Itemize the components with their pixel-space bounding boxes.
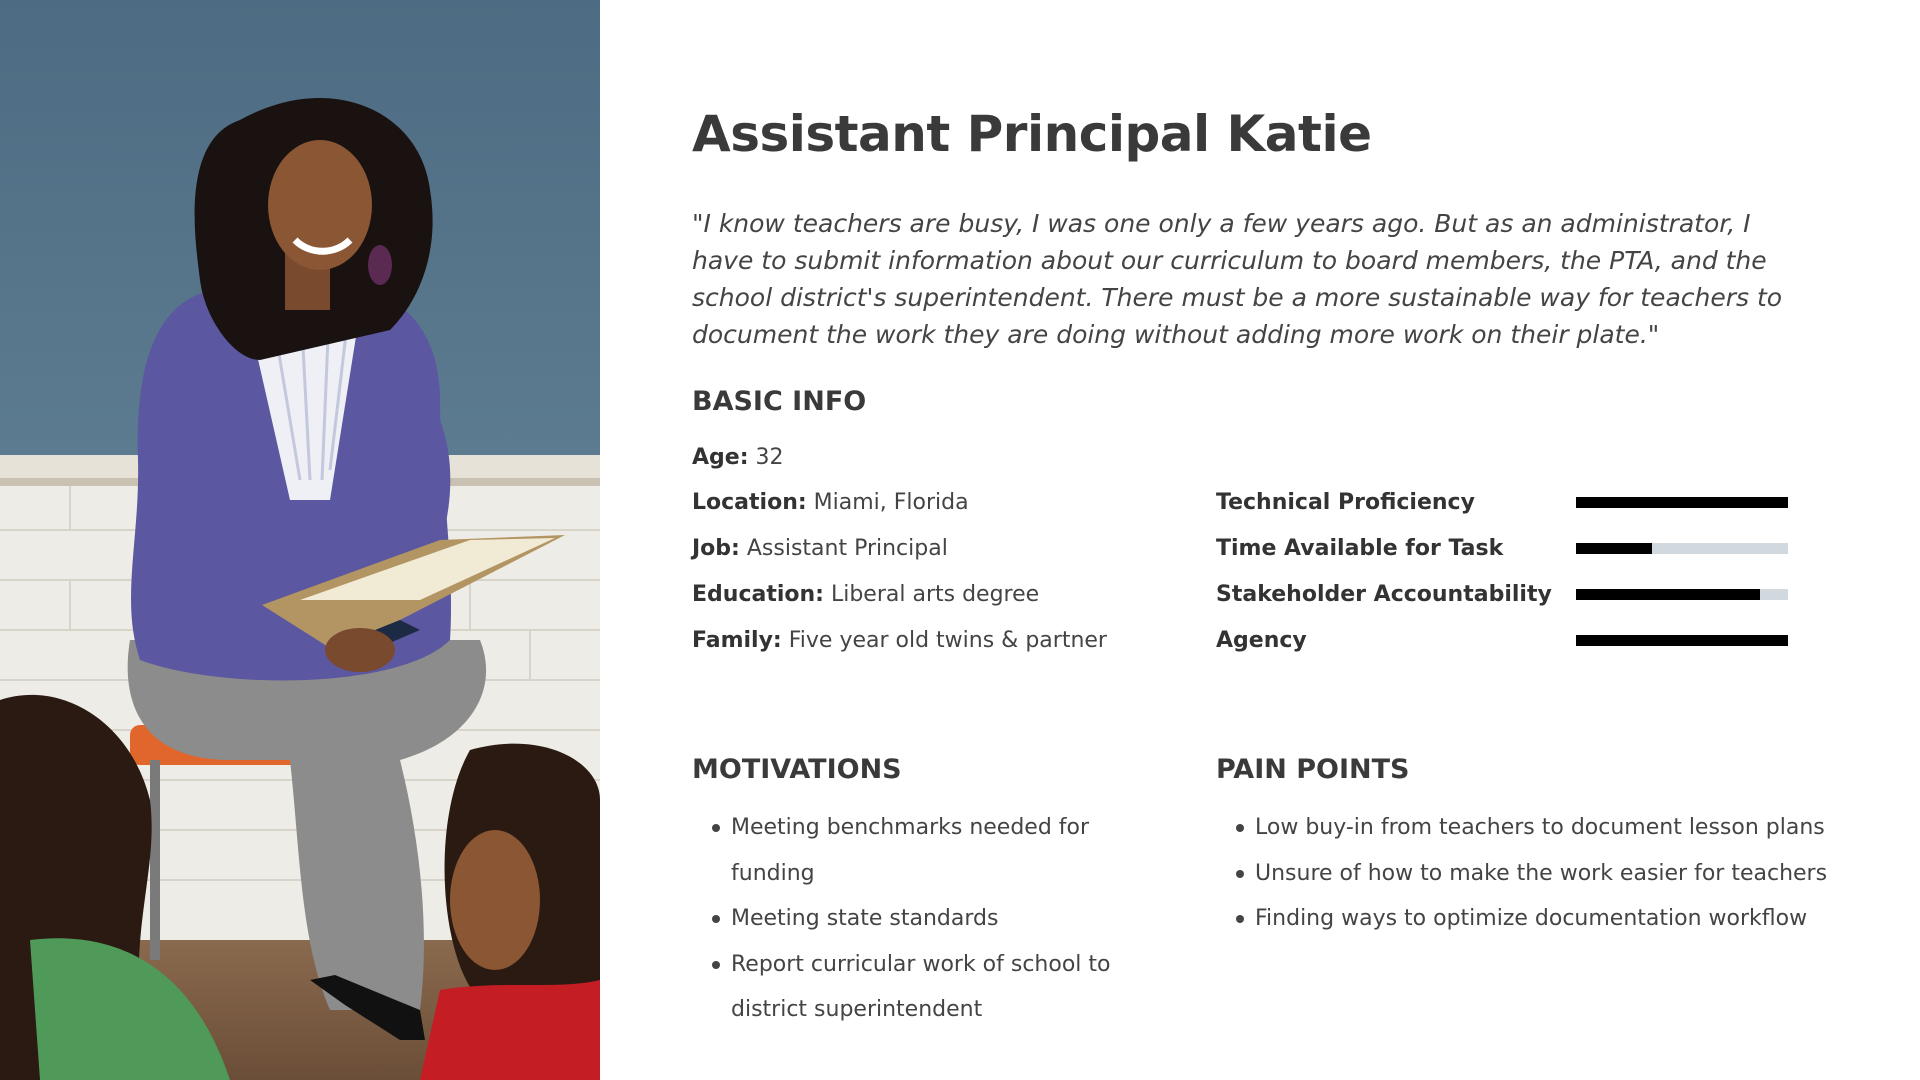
bullet-icon <box>712 915 720 923</box>
metric-bar-fill <box>1576 589 1761 600</box>
motivations-list: Meeting benchmarks needed for funding Me… <box>692 805 1212 1033</box>
bullet-icon <box>1236 915 1244 923</box>
info-job: Job: Assistant Principal <box>692 534 948 564</box>
metric-label: Stakeholder Accountability <box>1216 582 1552 607</box>
bullet-icon <box>1236 869 1244 878</box>
info-education-value: Liberal arts degree <box>830 582 1040 607</box>
info-location: Location: Miami, Florida <box>692 488 969 518</box>
metric-bar-fill <box>1576 635 1788 646</box>
bullet-icon <box>712 960 720 969</box>
list-item: Report curricular work of school to dist… <box>692 942 1212 1033</box>
info-job-value: Assistant Principal <box>746 536 948 561</box>
info-family-key: Family: <box>692 628 782 653</box>
metric-bar-track <box>1576 543 1788 554</box>
metric-technical-proficiency: Technical Proficiency <box>1216 488 1788 518</box>
metric-bar-track <box>1576 635 1788 646</box>
metric-stakeholder-accountability: Stakeholder Accountability <box>1216 580 1788 610</box>
list-item: Low buy-in from teachers to document les… <box>1216 805 1856 851</box>
info-family-value: Five year old twins & partner <box>788 628 1107 653</box>
persona-photo <box>0 0 600 1080</box>
list-item: Unsure of how to make the work easier fo… <box>1216 851 1856 897</box>
metric-time-available: Time Available for Task <box>1216 534 1788 564</box>
info-age-value: 32 <box>755 445 784 470</box>
list-item: Finding ways to optimize documentation w… <box>1216 896 1856 942</box>
metric-label: Time Available for Task <box>1216 536 1504 561</box>
info-age: Age: 32 <box>692 443 784 473</box>
basic-info-heading: BASIC INFO <box>692 386 867 417</box>
metric-bar-fill <box>1576 497 1788 508</box>
info-education: Education: Liberal arts degree <box>692 580 1039 610</box>
metric-label: Technical Proficiency <box>1216 490 1475 515</box>
list-item: Meeting benchmarks needed for funding <box>692 805 1212 896</box>
bullet-icon <box>1236 824 1244 832</box>
pain-points-list: Low buy-in from teachers to document les… <box>1216 805 1856 942</box>
info-age-key: Age: <box>692 445 749 470</box>
metric-label: Agency <box>1216 628 1307 653</box>
info-location-key: Location: <box>692 490 807 515</box>
metric-agency: Agency <box>1216 626 1788 656</box>
pain-points-heading: PAIN POINTS <box>1216 754 1410 785</box>
metric-bar-track <box>1576 497 1788 508</box>
list-item: Meeting state standards <box>692 896 1212 942</box>
metric-bar-fill <box>1576 543 1653 554</box>
metric-bar-track <box>1576 589 1788 600</box>
persona-quote: "I know teachers are busy, I was one onl… <box>692 209 1783 349</box>
motivations-heading: MOTIVATIONS <box>692 754 902 785</box>
info-education-key: Education: <box>692 582 824 607</box>
info-location-value: Miami, Florida <box>813 490 969 515</box>
bullet-icon <box>712 824 720 832</box>
persona-name: Assistant Principal Katie <box>692 105 1372 163</box>
info-family: Family: Five year old twins & partner <box>692 626 1107 656</box>
info-job-key: Job: <box>692 536 740 561</box>
